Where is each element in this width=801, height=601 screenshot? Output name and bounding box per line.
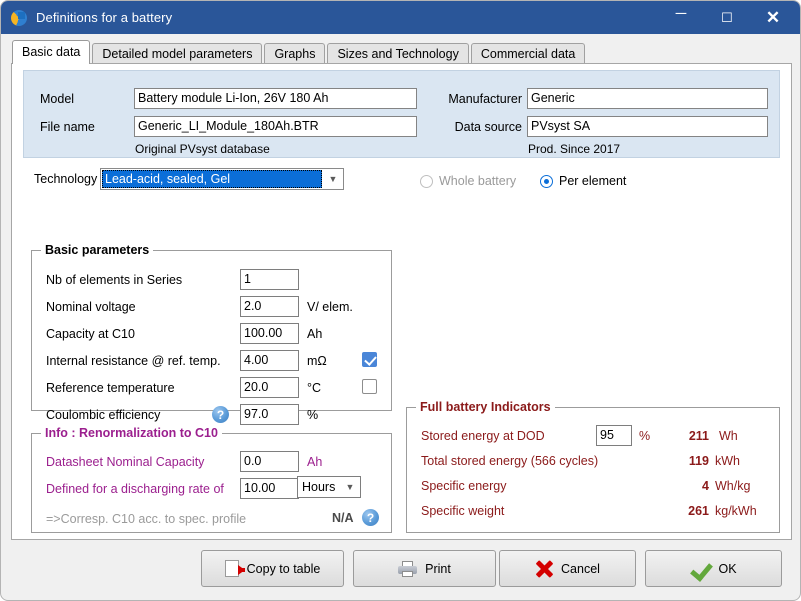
check-icon bbox=[690, 560, 710, 578]
help-icon[interactable]: ? bbox=[362, 509, 379, 526]
specific-energy-unit: Wh/kg bbox=[715, 479, 751, 493]
internal-resistance-checkbox[interactable] bbox=[362, 352, 377, 367]
tab-commercial-data[interactable]: Commercial data bbox=[470, 43, 586, 64]
print-button[interactable]: Print bbox=[353, 550, 496, 587]
tab-graphs[interactable]: Graphs bbox=[264, 43, 326, 64]
stored-energy-dod-unit: % bbox=[639, 429, 651, 443]
copy-to-table-button[interactable]: Copy to table bbox=[201, 550, 344, 587]
reference-temperature-checkbox[interactable] bbox=[362, 379, 377, 394]
coulombic-efficiency-label: Coulombic efficiency bbox=[46, 408, 161, 422]
basic-parameters-group: Basic parameters Nb of elements in Serie… bbox=[31, 243, 392, 425]
nominal-voltage-unit: V/ elem. bbox=[307, 300, 353, 314]
datasheet-nominal-capacity-input[interactable]: 0.0 bbox=[240, 451, 299, 472]
full-battery-indicators-title: Full battery Indicators bbox=[416, 400, 555, 414]
tab-detailed-model-parameters[interactable]: Detailed model parameters bbox=[92, 43, 263, 64]
print-label: Print bbox=[425, 561, 451, 576]
window-title: Definitions for a battery bbox=[36, 10, 173, 25]
manufacturer-label: Manufacturer bbox=[448, 92, 522, 106]
copy-to-table-label: Copy to table bbox=[246, 561, 321, 576]
data-source-label: Data source bbox=[454, 120, 522, 134]
database-note: Original PVsyst database bbox=[135, 142, 270, 156]
reference-temperature-label: Reference temperature bbox=[46, 381, 175, 395]
internal-resistance-input[interactable]: 4.00 bbox=[240, 350, 299, 371]
coulombic-efficiency-unit: % bbox=[307, 408, 319, 422]
production-note: Prod. Since 2017 bbox=[528, 142, 621, 156]
minimize-button[interactable]: ─ bbox=[658, 1, 704, 34]
specific-weight-label: Specific weight bbox=[421, 504, 505, 518]
nb-elements-series-input[interactable]: 1 bbox=[240, 269, 299, 290]
help-icon[interactable]: ? bbox=[212, 406, 229, 423]
manufacturer-input[interactable]: Generic bbox=[527, 88, 768, 109]
technology-label: Technology bbox=[34, 172, 98, 186]
stored-energy-dod-value: 211 bbox=[688, 429, 709, 443]
coulombic-efficiency-input[interactable]: 97.0 bbox=[240, 404, 299, 425]
total-stored-energy-value: 119 bbox=[688, 454, 709, 468]
chevron-down-icon: ▼ bbox=[328, 174, 338, 184]
battery-definition-dialog: Definitions for a battery ─ ☐ ✕ Basic da… bbox=[0, 0, 801, 601]
radio-circle-icon bbox=[420, 174, 433, 188]
stored-energy-dod-input[interactable]: 95 bbox=[596, 425, 632, 446]
datasheet-nominal-capacity-label: Datasheet Nominal Capacity bbox=[46, 455, 205, 469]
specific-weight-value: 261 bbox=[688, 504, 709, 518]
file-name-input[interactable]: Generic_LI_Module_180Ah.BTR bbox=[134, 116, 417, 137]
copy-document-icon bbox=[224, 560, 245, 577]
total-stored-energy-unit: kWh bbox=[715, 454, 740, 468]
radio-circle-icon bbox=[540, 174, 553, 188]
tab-sizes-and-technology[interactable]: Sizes and Technology bbox=[327, 43, 469, 64]
radio-per-element[interactable]: Per element bbox=[540, 174, 626, 188]
title-bar: Definitions for a battery ─ ☐ ✕ bbox=[1, 1, 800, 34]
model-input[interactable]: Battery module Li-Ion, 26V 180 Ah bbox=[134, 88, 417, 109]
total-stored-energy-label: Total stored energy (566 cycles) bbox=[421, 454, 599, 468]
capacity-c10-label: Capacity at C10 bbox=[46, 327, 135, 341]
tab-bar: Basic data Detailed model parameters Gra… bbox=[1, 34, 800, 64]
printer-icon bbox=[398, 560, 418, 577]
corresp-c10-value: N/A bbox=[332, 511, 354, 525]
stored-energy-dod-result-unit: Wh bbox=[719, 429, 738, 443]
stored-energy-dod-label: Stored energy at DOD bbox=[421, 429, 545, 443]
identification-panel: Model Battery module Li-Ion, 26V 180 Ah … bbox=[23, 70, 780, 158]
renormalization-title: Info : Renormalization to C10 bbox=[41, 426, 222, 440]
radio-whole-battery[interactable]: Whole battery bbox=[420, 174, 516, 188]
maximize-button[interactable]: ☐ bbox=[704, 1, 750, 34]
discharging-rate-input[interactable]: 10.00 bbox=[240, 478, 299, 499]
file-name-label: File name bbox=[40, 120, 95, 134]
chevron-down-icon: ▼ bbox=[345, 482, 355, 492]
basic-parameters-title: Basic parameters bbox=[41, 243, 154, 257]
cancel-button[interactable]: Cancel bbox=[499, 550, 636, 587]
reference-temperature-unit: °C bbox=[307, 381, 322, 395]
ok-button[interactable]: OK bbox=[645, 550, 782, 587]
pvsyst-logo-icon bbox=[11, 9, 27, 26]
specific-energy-value: 4 bbox=[702, 479, 709, 493]
discharging-rate-unit-value: Hours bbox=[302, 480, 336, 494]
radio-whole-battery-label: Whole battery bbox=[439, 174, 517, 188]
reference-temperature-input[interactable]: 20.0 bbox=[240, 377, 299, 398]
cross-icon bbox=[535, 560, 553, 578]
specific-energy-label: Specific energy bbox=[421, 479, 507, 493]
close-button[interactable]: ✕ bbox=[750, 1, 796, 34]
radio-per-element-label: Per element bbox=[559, 174, 627, 188]
discharging-rate-unit-select[interactable]: Hours ▼ bbox=[297, 476, 361, 498]
nominal-voltage-label: Nominal voltage bbox=[46, 300, 136, 314]
corresp-c10-label: =>Corresp. C10 acc. to spec. profile bbox=[46, 512, 247, 526]
technology-selected-value: Lead-acid, sealed, Gel bbox=[102, 170, 322, 188]
tab-basic-data[interactable]: Basic data bbox=[12, 40, 91, 64]
data-source-input[interactable]: PVsyst SA bbox=[527, 116, 768, 137]
model-label: Model bbox=[40, 92, 75, 106]
basic-data-panel: Model Battery module Li-Ion, 26V 180 Ah … bbox=[11, 63, 792, 540]
nb-elements-series-label: Nb of elements in Series bbox=[46, 273, 183, 287]
internal-resistance-unit: mΩ bbox=[307, 354, 327, 368]
discharging-rate-label: Defined for a discharging rate of bbox=[46, 482, 224, 496]
nominal-voltage-input[interactable]: 2.0 bbox=[240, 296, 299, 317]
capacity-c10-input[interactable]: 100.00 bbox=[240, 323, 299, 344]
cancel-label: Cancel bbox=[561, 561, 600, 576]
capacity-c10-unit: Ah bbox=[307, 327, 323, 341]
technology-select[interactable]: Lead-acid, sealed, Gel ▼ bbox=[100, 168, 344, 190]
ok-label: OK bbox=[718, 561, 737, 576]
specific-weight-unit: kg/kWh bbox=[715, 504, 757, 518]
full-battery-indicators-group: Full battery Indicators Stored energy at… bbox=[406, 400, 780, 533]
datasheet-nominal-capacity-unit: Ah bbox=[307, 455, 323, 469]
internal-resistance-label: Internal resistance @ ref. temp. bbox=[46, 354, 221, 368]
